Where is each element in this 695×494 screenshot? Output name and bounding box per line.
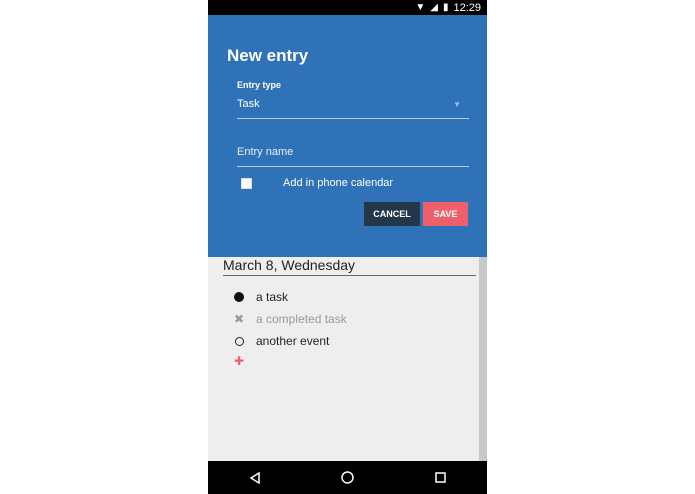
- status-bar: ▼ ◢ ▮ 12:29: [208, 0, 487, 15]
- calendar-checkbox[interactable]: [241, 177, 252, 189]
- back-button[interactable]: [235, 471, 275, 484]
- new-entry-dialog: New entry Entry type Task ▼ Entry name A…: [208, 15, 487, 257]
- list-item[interactable]: ✖ a completed task: [233, 312, 347, 326]
- x-icon: ✖: [233, 312, 245, 326]
- entry-type-label: Entry type: [237, 80, 282, 90]
- dialog-title: New entry: [227, 46, 309, 65]
- entry-name-input[interactable]: Entry name: [237, 146, 469, 167]
- date-header: March 8, Wednesday: [223, 257, 476, 276]
- plus-icon: ✚: [233, 354, 245, 368]
- cancel-button[interactable]: CANCEL: [364, 202, 420, 226]
- list-item-label: a completed task: [256, 312, 347, 326]
- entry-type-value: Task: [237, 98, 260, 110]
- recents-button[interactable]: [421, 472, 461, 483]
- calendar-checkbox-row: Add in phone calendar: [241, 177, 393, 189]
- wifi-icon: ▼: [415, 1, 426, 13]
- dropdown-caret-icon: ▼: [453, 100, 461, 109]
- filled-circle-icon: [233, 292, 245, 302]
- entry-type-select[interactable]: Task ▼: [237, 98, 469, 119]
- battery-icon: ▮: [442, 1, 449, 13]
- home-circle-icon: [341, 471, 354, 484]
- scrollbar[interactable]: [479, 257, 487, 461]
- signal-icon: ◢: [430, 1, 438, 13]
- add-entry-button[interactable]: ✚: [233, 354, 245, 368]
- home-button[interactable]: [328, 471, 368, 484]
- save-button[interactable]: SAVE: [423, 202, 468, 226]
- status-time: 12:29: [453, 1, 481, 14]
- recents-square-icon: [435, 472, 446, 483]
- list-item-label: a task: [256, 290, 289, 304]
- navigation-bar: [208, 461, 487, 494]
- list-item-label: another event: [256, 334, 330, 348]
- entry-list: March 8, Wednesday a task ✖ a completed …: [208, 257, 487, 461]
- back-triangle-icon: [249, 471, 260, 484]
- list-item[interactable]: another event: [233, 334, 329, 348]
- list-item[interactable]: a task: [233, 290, 288, 304]
- hollow-circle-icon: [233, 336, 245, 346]
- phone-screen: ▼ ◢ ▮ 12:29 New entry Entry type Task ▼ …: [208, 0, 487, 494]
- calendar-checkbox-label: Add in phone calendar: [283, 177, 394, 189]
